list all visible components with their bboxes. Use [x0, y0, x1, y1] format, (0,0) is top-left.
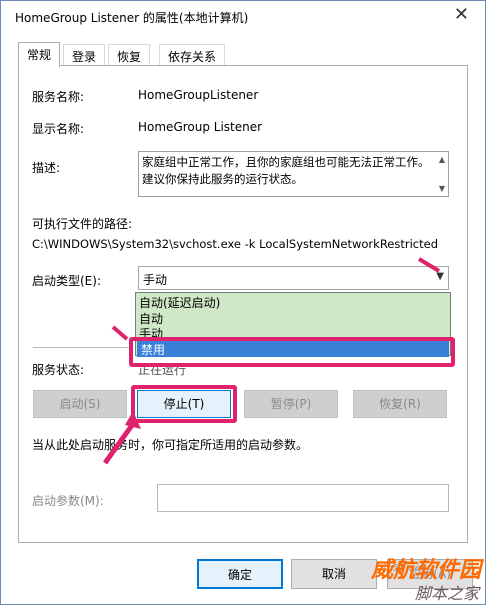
- ok-button[interactable]: 确定: [197, 559, 283, 589]
- params-input[interactable]: [157, 484, 449, 512]
- chevron-down-icon[interactable]: ▼: [436, 271, 444, 282]
- path-value: C:\WINDOWS\System32\svchost.exe -k Local…: [32, 237, 438, 251]
- title-bar[interactable]: HomeGroup Listener 的属性(本地计算机) ✕: [1, 1, 485, 32]
- service-name-value: HomeGroupListener: [138, 88, 259, 102]
- startup-type-select[interactable]: 手动 ▼: [138, 266, 449, 290]
- tab-logon[interactable]: 登录: [63, 44, 106, 66]
- service-name-label: 服务名称:: [32, 90, 85, 104]
- resume-button[interactable]: 恢复(R): [353, 390, 447, 418]
- params-label: 启动参数(M):: [32, 494, 104, 508]
- display-name-value: HomeGroup Listener: [138, 120, 263, 134]
- params-hint: 当从此处启动服务时，你可指定所适用的启动参数。: [32, 438, 309, 452]
- scroll-up-icon[interactable]: ▲: [439, 155, 445, 164]
- display-name-label: 显示名称:: [32, 122, 85, 136]
- window-title: HomeGroup Listener 的属性(本地计算机): [15, 11, 249, 25]
- close-icon[interactable]: ✕: [454, 5, 469, 25]
- startup-type-value: 手动: [143, 273, 168, 287]
- properties-dialog: HomeGroup Listener 的属性(本地计算机) ✕ 常规 登录 恢复…: [0, 0, 486, 605]
- watermark-sub: 脚本之家: [414, 584, 479, 603]
- watermark-brand: 威航软件园: [370, 558, 481, 583]
- description-label: 描述:: [32, 161, 61, 175]
- tab-recovery[interactable]: 恢复: [108, 44, 151, 66]
- status-label: 服务状态:: [32, 363, 85, 377]
- startup-type-label: 启动类型(E):: [32, 274, 101, 288]
- description-box[interactable]: 家庭组中正常工作，且你的家庭组也可能无法正常工作。建议你保持此服务的运行状态。 …: [138, 151, 449, 197]
- tab-general[interactable]: 常规: [18, 42, 61, 67]
- separator: [33, 347, 133, 348]
- tab-dependencies[interactable]: 依存关系: [159, 44, 226, 66]
- disabled-option-highlight: [129, 337, 455, 367]
- start-button[interactable]: 启动(S): [33, 390, 127, 418]
- pause-button[interactable]: 暂停(P): [244, 390, 338, 418]
- description-text: 家庭组中正常工作，且你的家庭组也可能无法正常工作。建议你保持此服务的运行状态。: [142, 155, 430, 186]
- stop-button-highlight: [131, 385, 237, 423]
- cancel-button[interactable]: 取消: [291, 559, 377, 589]
- path-label: 可执行文件的路径:: [32, 217, 133, 231]
- scroll-down-icon[interactable]: ▼: [439, 184, 445, 193]
- option-auto-delayed[interactable]: 自动(延迟启动): [139, 294, 220, 311]
